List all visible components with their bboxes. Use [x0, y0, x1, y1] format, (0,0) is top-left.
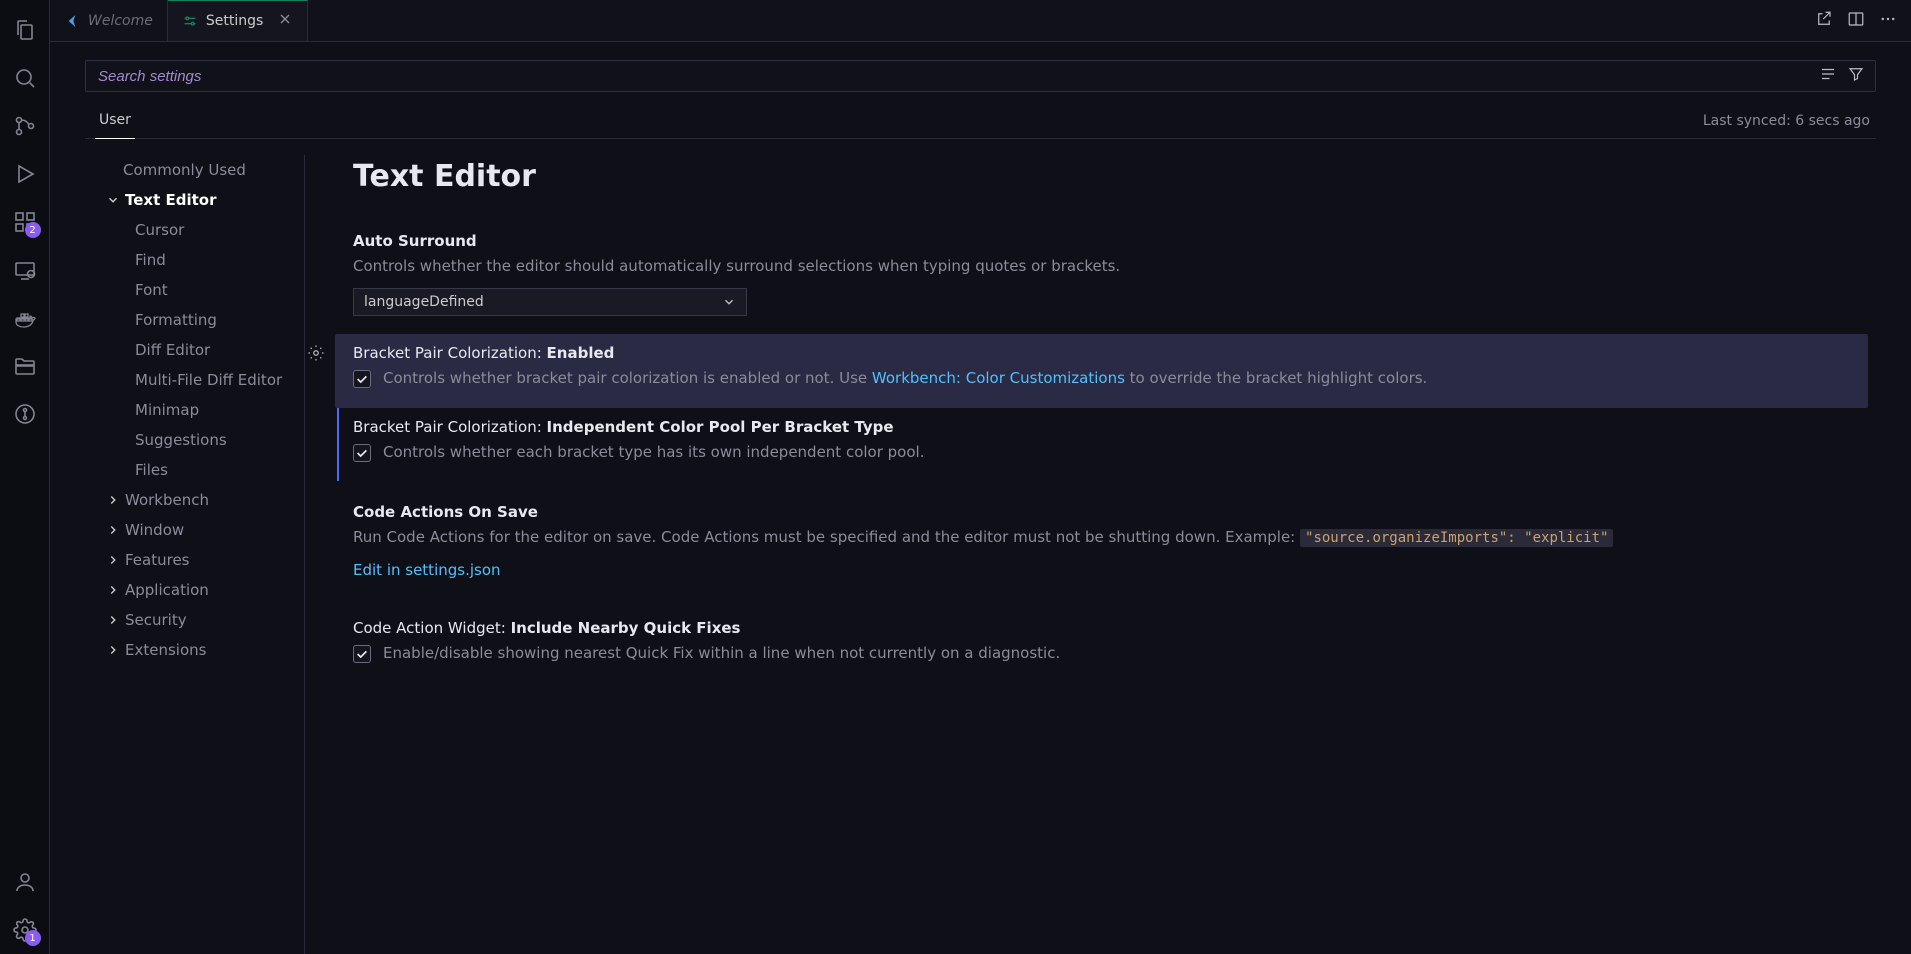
code-example: "source.organizeImports": "explicit": [1300, 529, 1613, 547]
sync-status: Last synced: 6 secs ago: [1703, 113, 1876, 129]
setting-auto-surround: Auto Surround Controls whether the edito…: [353, 222, 1868, 334]
chevron-right-icon: [105, 642, 121, 658]
settings-split: Commonly Used Text Editor Cursor Find Fo…: [85, 139, 1876, 954]
toc-cursor[interactable]: Cursor: [85, 215, 304, 245]
gear-icon[interactable]: [307, 344, 325, 366]
setting-title: Bracket Pair Colorization: Enabled: [353, 344, 1852, 362]
setting-code-actions-on-save: Code Actions On Save Run Code Actions fo…: [353, 493, 1868, 597]
chevron-right-icon: [105, 492, 121, 508]
toc-minimap[interactable]: Minimap: [85, 395, 304, 425]
accounts-icon[interactable]: [1, 858, 49, 906]
source-control-icon[interactable]: [1, 102, 49, 150]
chevron-right-icon: [105, 552, 121, 568]
git-graph-icon[interactable]: [1, 390, 49, 438]
main-area: Welcome Settings User: [50, 0, 1911, 954]
toc-find[interactable]: Find: [85, 245, 304, 275]
edit-in-settings-json-link[interactable]: Edit in settings.json: [353, 561, 501, 579]
remote-explorer-icon[interactable]: [1, 246, 49, 294]
bpc-independent-checkbox[interactable]: [353, 444, 371, 462]
settings-body: User Last synced: 6 secs ago Commonly Us…: [50, 42, 1911, 954]
search-row: [85, 42, 1876, 104]
chevron-right-icon: [105, 522, 121, 538]
toc-suggestions[interactable]: Suggestions: [85, 425, 304, 455]
setting-desc: Controls whether the editor should autom…: [353, 256, 1852, 278]
setting-bpc-independent: Bracket Pair Colorization: Independent C…: [337, 408, 1868, 482]
setting-bpc-enabled: Bracket Pair Colorization: Enabled Contr…: [335, 334, 1868, 408]
tab-settings-label: Settings: [206, 13, 263, 29]
close-icon[interactable]: [277, 11, 293, 31]
setting-title: Code Action Widget: Include Nearby Quick…: [353, 619, 1852, 637]
search-input[interactable]: [96, 67, 1819, 86]
tab-bar: Welcome Settings: [50, 0, 1911, 42]
settings-toc: Commonly Used Text Editor Cursor Find Fo…: [85, 155, 305, 954]
toc-commonly-used[interactable]: Commonly Used: [85, 155, 304, 185]
extensions-badge: 2: [25, 222, 41, 238]
setting-desc: Controls whether bracket pair colorizati…: [383, 368, 1427, 390]
tab-actions: [1801, 0, 1911, 41]
chevron-right-icon: [105, 612, 121, 628]
toc-security[interactable]: Security: [85, 605, 304, 635]
toc-files[interactable]: Files: [85, 455, 304, 485]
toc-features[interactable]: Features: [85, 545, 304, 575]
toc-formatting[interactable]: Formatting: [85, 305, 304, 335]
toc-diff-editor[interactable]: Diff Editor: [85, 335, 304, 365]
settings-gear-icon[interactable]: 1: [1, 906, 49, 954]
scope-user-tab[interactable]: User: [85, 104, 145, 138]
auto-surround-select[interactable]: languageDefined: [353, 288, 747, 316]
toc-application[interactable]: Application: [85, 575, 304, 605]
toc-multifile-diff[interactable]: Multi-File Diff Editor: [85, 365, 304, 395]
settings-content: Text Editor Auto Surround Controls wheth…: [305, 155, 1876, 954]
search-icon[interactable]: [1, 54, 49, 102]
activity-bar: 2 1: [0, 0, 50, 954]
color-customizations-link[interactable]: Workbench: Color Customizations: [872, 369, 1125, 387]
tab-welcome-label: Welcome: [88, 13, 153, 29]
toc-text-editor[interactable]: Text Editor: [85, 185, 304, 215]
explorer-icon[interactable]: [1, 6, 49, 54]
docker-icon[interactable]: [1, 294, 49, 342]
filter-icon[interactable]: [1847, 65, 1865, 87]
setting-desc: Run Code Actions for the editor on save.…: [353, 527, 1852, 549]
tab-welcome[interactable]: Welcome: [50, 0, 168, 41]
extensions-icon[interactable]: 2: [1, 198, 49, 246]
setting-title: Code Actions On Save: [353, 503, 1852, 521]
setting-title: Auto Surround: [353, 232, 1852, 250]
scope-row: User Last synced: 6 secs ago: [85, 104, 1876, 139]
toc-extensions[interactable]: Extensions: [85, 635, 304, 665]
folder-icon[interactable]: [1, 342, 49, 390]
chevron-down-icon: [722, 295, 736, 309]
more-icon[interactable]: [1879, 10, 1897, 32]
settings-gear-badge: 1: [25, 930, 41, 946]
select-value: languageDefined: [364, 294, 484, 310]
chevron-right-icon: [105, 582, 121, 598]
tab-settings[interactable]: Settings: [168, 0, 308, 41]
bpc-enabled-checkbox[interactable]: [353, 370, 371, 388]
toc-workbench[interactable]: Workbench: [85, 485, 304, 515]
clear-search-icon[interactable]: [1819, 65, 1837, 87]
open-changes-icon[interactable]: [1815, 10, 1833, 32]
setting-desc: Enable/disable showing nearest Quick Fix…: [383, 643, 1060, 665]
setting-code-action-widget: Code Action Widget: Include Nearby Quick…: [353, 609, 1868, 683]
toc-font[interactable]: Font: [85, 275, 304, 305]
search-input-wrap: [85, 60, 1876, 92]
split-editor-icon[interactable]: [1847, 10, 1865, 32]
setting-title: Bracket Pair Colorization: Independent C…: [353, 418, 1852, 436]
setting-desc: Controls whether each bracket type has i…: [383, 442, 924, 464]
section-title: Text Editor: [353, 159, 1868, 194]
code-action-widget-checkbox[interactable]: [353, 645, 371, 663]
run-debug-icon[interactable]: [1, 150, 49, 198]
toc-window[interactable]: Window: [85, 515, 304, 545]
chevron-down-icon: [105, 192, 121, 208]
